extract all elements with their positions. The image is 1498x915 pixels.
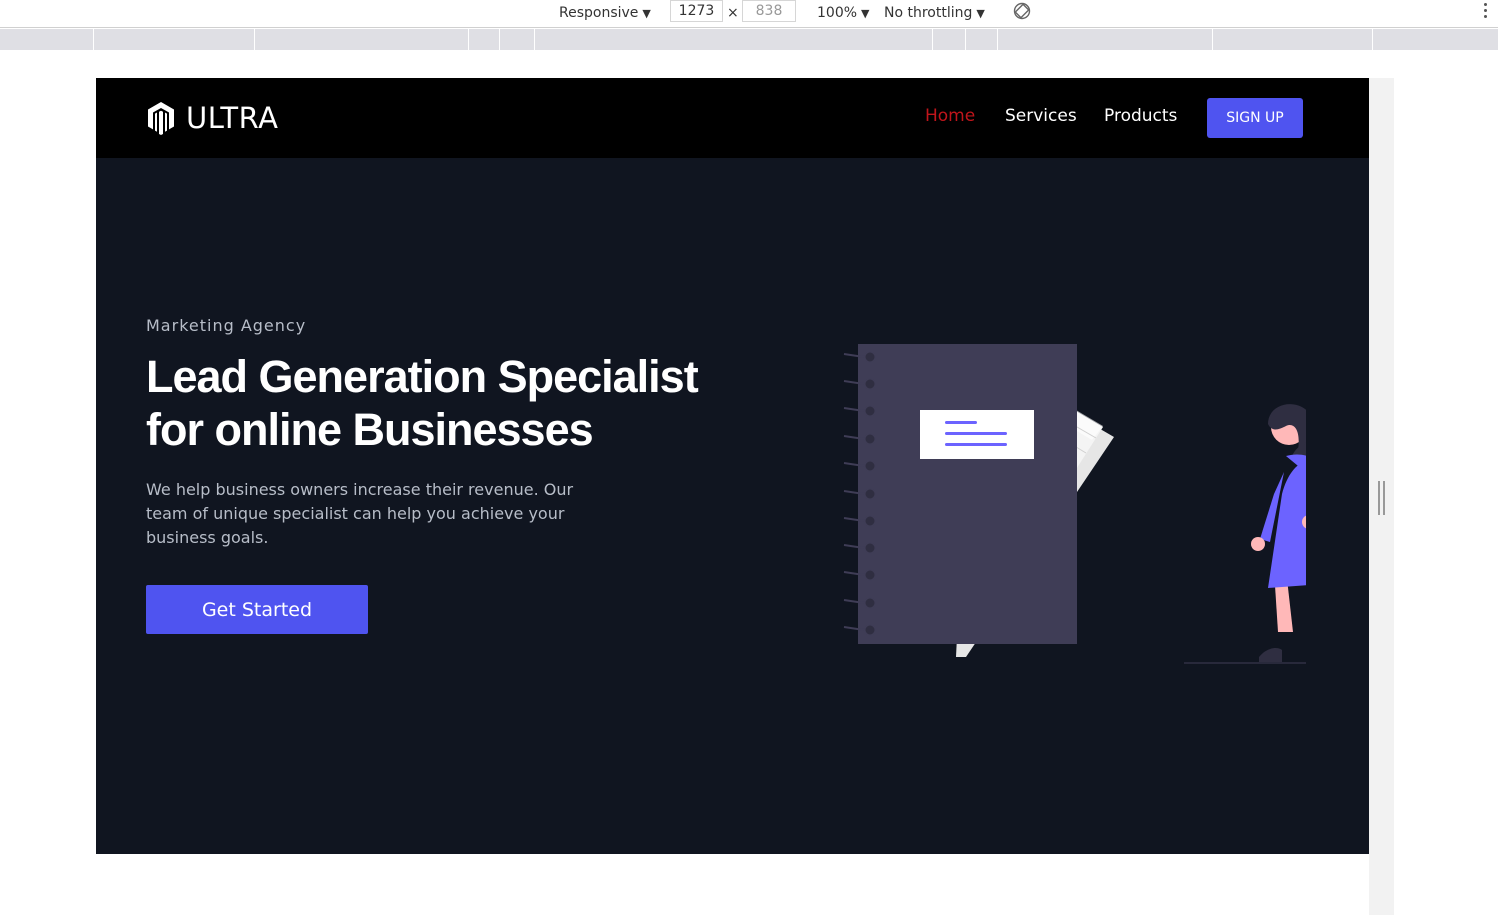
hero-illustration (843, 344, 1306, 664)
hexagon-logo-icon (148, 102, 174, 135)
next-section (96, 854, 1369, 915)
rotate-icon[interactable] (1013, 2, 1031, 20)
chevron-down-icon: ▼ (976, 7, 985, 20)
site-logo[interactable]: ULTRA (146, 100, 278, 136)
hero-description: We help business owners increase their r… (146, 480, 574, 547)
get-started-button[interactable]: Get Started (146, 585, 368, 634)
chevron-down-icon: ▼ (642, 7, 651, 20)
nav-link-products[interactable]: Products (1104, 106, 1177, 126)
viewport-width-input[interactable]: 1273 (670, 0, 723, 22)
viewport-height-input[interactable]: 838 (742, 0, 796, 22)
dimension-separator: × (727, 5, 739, 21)
notebook (843, 344, 1077, 644)
device-mode-label: Responsive (559, 5, 639, 21)
chevron-down-icon: ▼ (861, 7, 870, 20)
zoom-select[interactable]: 100% ▼ (817, 3, 870, 23)
brand-name: ULTRA (186, 101, 279, 135)
zoom-label: 100% (817, 5, 858, 21)
hero-headline-line-2: for online Businesses (146, 404, 594, 455)
emulated-page: ULTRA Home Services Products SIGN UP Mar… (96, 78, 1369, 915)
throttling-label: No throttling (884, 5, 973, 21)
nav-link-services[interactable]: Services (1005, 106, 1077, 126)
hero-headline: Lead Generation Specialist for online Bu… (146, 350, 726, 456)
device-mode-select[interactable]: Responsive ▼ (559, 3, 651, 23)
woman-figure (1251, 404, 1306, 662)
devtools-device-toolbar: Responsive ▼ 1273 × 838 100% ▼ No throttli… (0, 0, 1498, 28)
hero-eyebrow: Marketing Agency (146, 316, 307, 335)
hero-headline-line-1: Lead Generation Specialist (146, 351, 699, 402)
nav-link-home[interactable]: Home (925, 106, 975, 126)
throttling-select[interactable]: No throttling ▼ (884, 3, 985, 23)
viewport-resize-handle[interactable] (1378, 481, 1386, 515)
site-navbar: ULTRA Home Services Products SIGN UP (96, 78, 1369, 158)
media-query-ruler[interactable] (0, 29, 1498, 50)
hero-section: Marketing Agency Lead Generation Special… (96, 158, 1369, 854)
signup-button[interactable]: SIGN UP (1207, 98, 1303, 138)
more-options-icon[interactable] (1484, 3, 1488, 21)
